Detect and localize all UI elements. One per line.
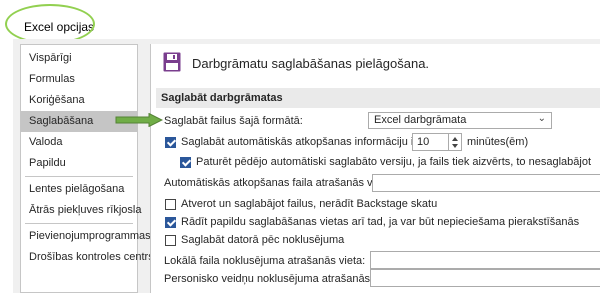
save-to-computer-checkbox[interactable] [165,235,176,246]
save-options-panel: Darbgrāmatu saglabāšanas pielāgošana. Sa… [150,44,600,293]
floppy-disk-icon [163,52,181,72]
minutes-label: minūtes(ēm) [467,136,529,148]
chevron-down-icon: ⌄ [537,113,546,124]
sidebar-item-trust-center[interactable]: Drošības kontroles centrs [21,247,154,268]
local-location-input[interactable] [370,251,600,269]
local-location-label: Lokālā faila noklusējuma atrašanās vieta… [164,255,366,267]
stepper-buttons[interactable] [448,134,461,150]
sidebar-item-advanced[interactable]: Papildu [21,153,137,174]
personal-templates-label: Personisko veidņu noklusējuma atrašanās … [164,273,400,285]
autorecover-label: Saglabāt automātiskās atkopšanas informā… [181,136,440,148]
page-title: Darbgrāmatu saglabāšanas pielāgošana. [192,56,430,71]
autorecover-minutes-value: 10 [417,136,430,148]
sidebar-divider [25,176,133,177]
keep-last-version-checkbox[interactable] [180,157,191,168]
title-highlight-ellipse [5,4,95,44]
arrow-right-icon [115,113,163,127]
show-places-label: Rādīt papildu saglabāšanas vietas arī ta… [181,216,580,228]
stepper-down-icon[interactable] [452,144,458,148]
backstage-label: Atverot un saglabājot failus, nerādīt Ba… [181,198,438,210]
section-heading-save-workbooks: Saglabāt darbgrāmatas [156,88,600,108]
sidebar-item-general[interactable]: Vispārīgi [21,48,137,69]
sidebar-item-proofing[interactable]: Koriģēšana [21,90,137,111]
sidebar-item-formulas[interactable]: Formulas [21,69,137,90]
stepper-up-icon[interactable] [452,137,458,141]
sidebar-item-customize-ribbon[interactable]: Lentes pielāgošana [21,179,137,200]
autorecover-location-input[interactable] [372,174,600,192]
autorecover-checkbox[interactable] [165,137,176,148]
personal-templates-input[interactable] [370,269,600,287]
keep-last-version-label: Paturēt pēdējo automātiski saglabāto ver… [196,156,591,168]
backstage-checkbox[interactable] [165,199,176,210]
sidebar-divider [25,223,133,224]
save-format-label: Saglabāt failus šajā formātā: [164,115,303,127]
autorecover-minutes-stepper[interactable]: 10 [412,133,462,151]
sidebar-item-quick-access-toolbar[interactable]: Ātrās piekļuves rīkjosla [21,200,142,221]
save-to-computer-label: Saglabāt datorā pēc noklusējuma [181,234,345,246]
options-sidebar: Vispārīgi Formulas Koriģēšana Saglabāšan… [20,44,154,293]
autorecover-location-label: Automātiskās atkopšanas faila atrašanās … [164,177,394,189]
sidebar-item-add-ins[interactable]: Pievienojumprogrammas [21,226,151,247]
show-places-checkbox[interactable] [165,217,176,228]
sidebar-item-language[interactable]: Valoda [21,132,137,153]
save-format-value: Excel darbgrāmata [374,114,467,126]
save-format-dropdown[interactable]: Excel darbgrāmata ⌄ [368,112,552,129]
